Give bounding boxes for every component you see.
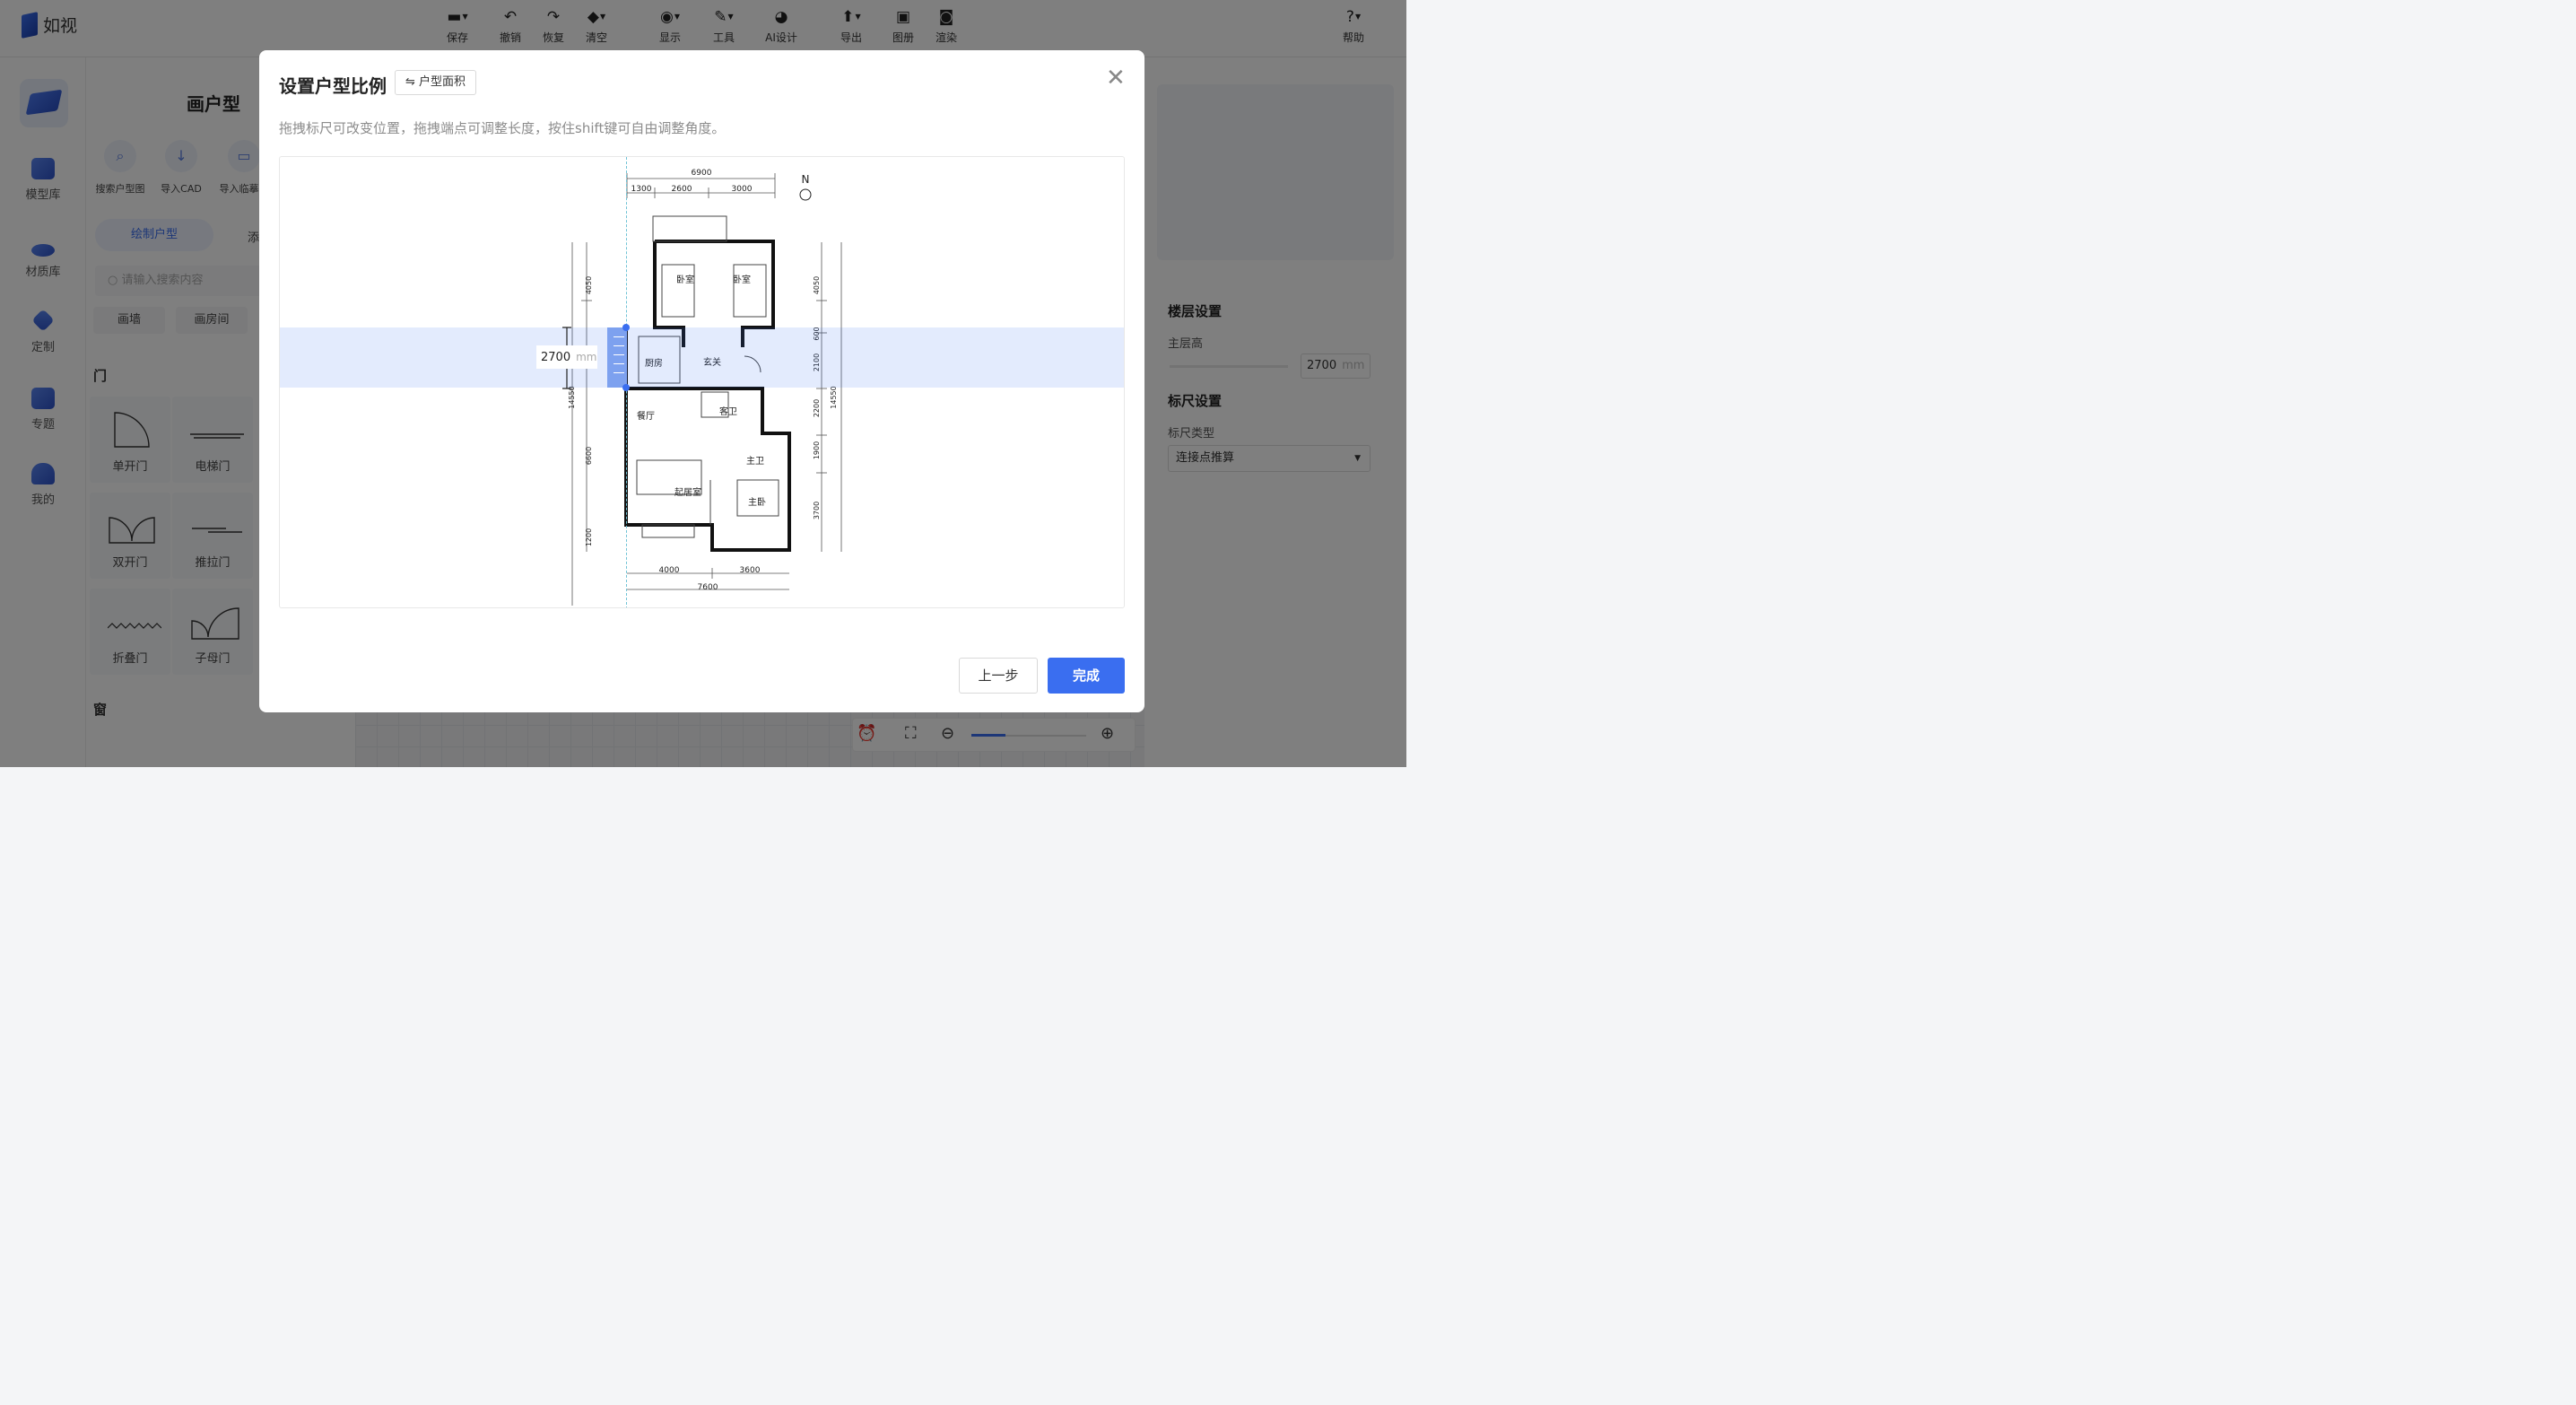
ruler-length-unit: mm [576,351,597,363]
close-icon[interactable]: ✕ [1106,66,1126,90]
dim-top-total: 6900 [692,169,712,178]
dim-left-3: 1200 [585,528,593,546]
dim-right-total: 14550 [830,386,838,408]
dialog-hint: 拖拽标尺可改变位置，拖拽端点可调整长度，按住shift键可自由调整角度。 [279,120,726,136]
room-label: 起居室 [674,486,701,498]
scale-dialog: 设置户型比例 ⇋ 户型面积 ✕ 拖拽标尺可改变位置，拖拽端点可调整长度，按住sh… [259,50,1144,712]
switch-area-button[interactable]: ⇋ 户型面积 [395,70,477,95]
room-label: 餐厅 [637,410,655,422]
dim-top-2: 2600 [672,185,692,194]
dim-bottom-total: 7600 [698,583,718,592]
dim-bottom-1: 4000 [659,566,680,575]
room-label: 卧室 [676,274,694,285]
room-label: 主卧 [748,496,766,508]
previous-step-button[interactable]: 上一步 [959,658,1038,694]
done-button[interactable]: 完成 [1048,658,1125,694]
compass-icon [799,188,812,201]
floorplan-canvas[interactable]: 6900 1300 2600 3000 4000 3600 7600 N 405… [279,156,1125,608]
ruler-band[interactable] [280,327,1124,388]
dim-left-2: 6600 [585,447,593,465]
dim-top-1: 1300 [631,185,652,194]
ruler-length-value: 2700 [541,351,571,364]
ruler-bottom-handle[interactable] [622,384,630,391]
ruler-length-input[interactable]: 2700 mm [536,345,597,369]
scale-ruler[interactable] [607,327,627,388]
ruler-top-handle[interactable] [622,324,630,331]
dim-left-1: 4050 [585,276,593,294]
dim-bottom-2: 3600 [740,566,761,575]
dim-right-5: 1900 [813,441,821,459]
room-label: 卧室 [733,274,751,285]
dialog-title: 设置户型比例 [279,75,387,97]
room-label: 客卫 [719,406,737,417]
dim-right-4: 2200 [813,399,821,417]
dim-right-6: 3700 [813,502,821,519]
dim-top-3: 3000 [732,185,753,194]
room-label: 主卫 [746,456,764,467]
north-label: N [802,173,810,186]
dim-right-1: 4050 [813,276,821,294]
